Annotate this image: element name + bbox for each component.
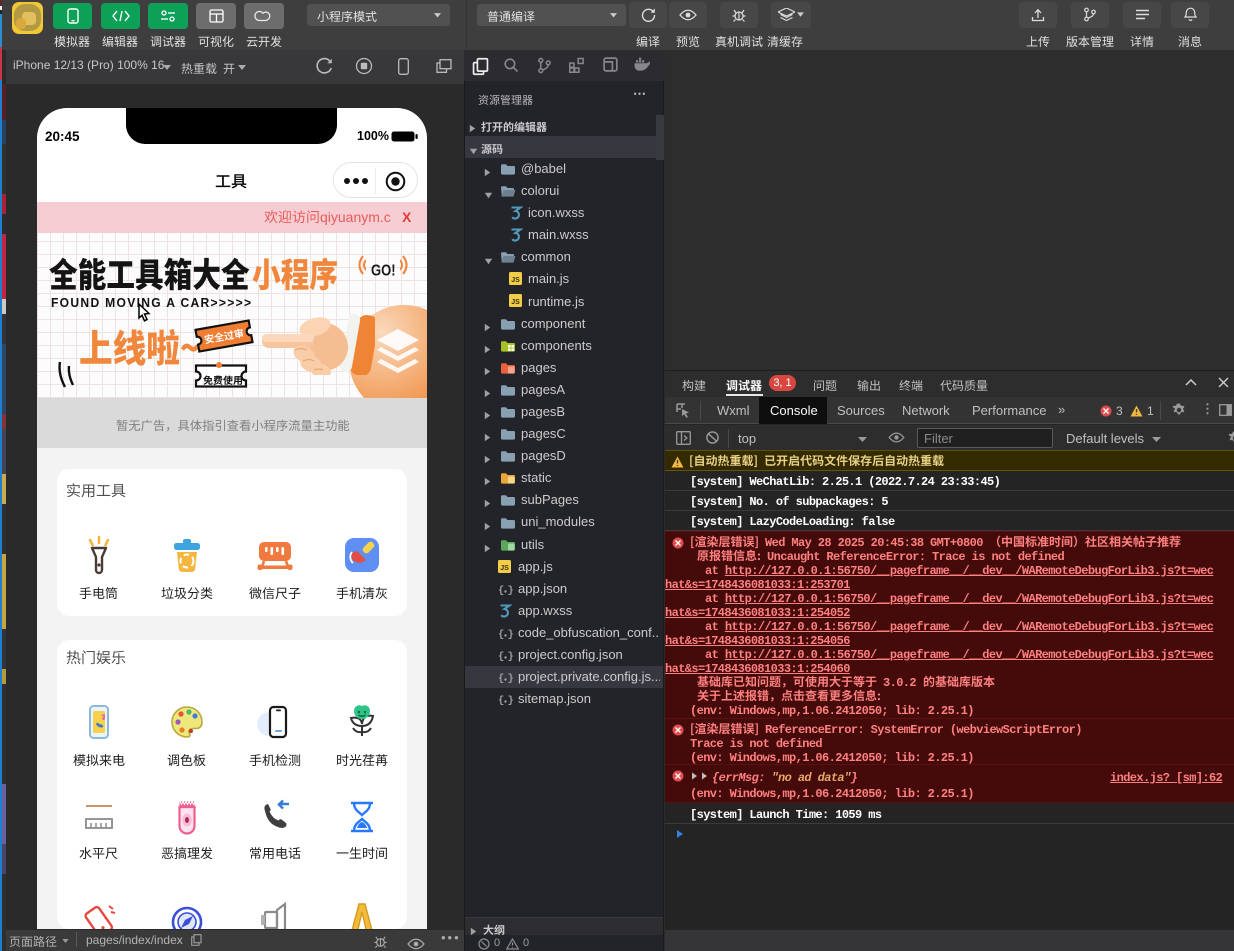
svg-text:{: { [498, 695, 504, 705]
svg-text:{: { [498, 651, 504, 661]
svg-text:{: { [498, 673, 504, 683]
svg-text:}: } [508, 651, 514, 661]
svg-text:}: } [508, 585, 514, 595]
svg-text:JS: JS [511, 299, 520, 306]
svg-text:JS: JS [511, 277, 520, 284]
svg-text:}: } [508, 695, 514, 705]
svg-text:JS: JS [500, 565, 509, 572]
svg-text:}: } [508, 629, 514, 639]
svg-text:{: { [498, 585, 504, 595]
svg-text:{: { [498, 629, 504, 639]
svg-text:}: } [508, 673, 514, 683]
